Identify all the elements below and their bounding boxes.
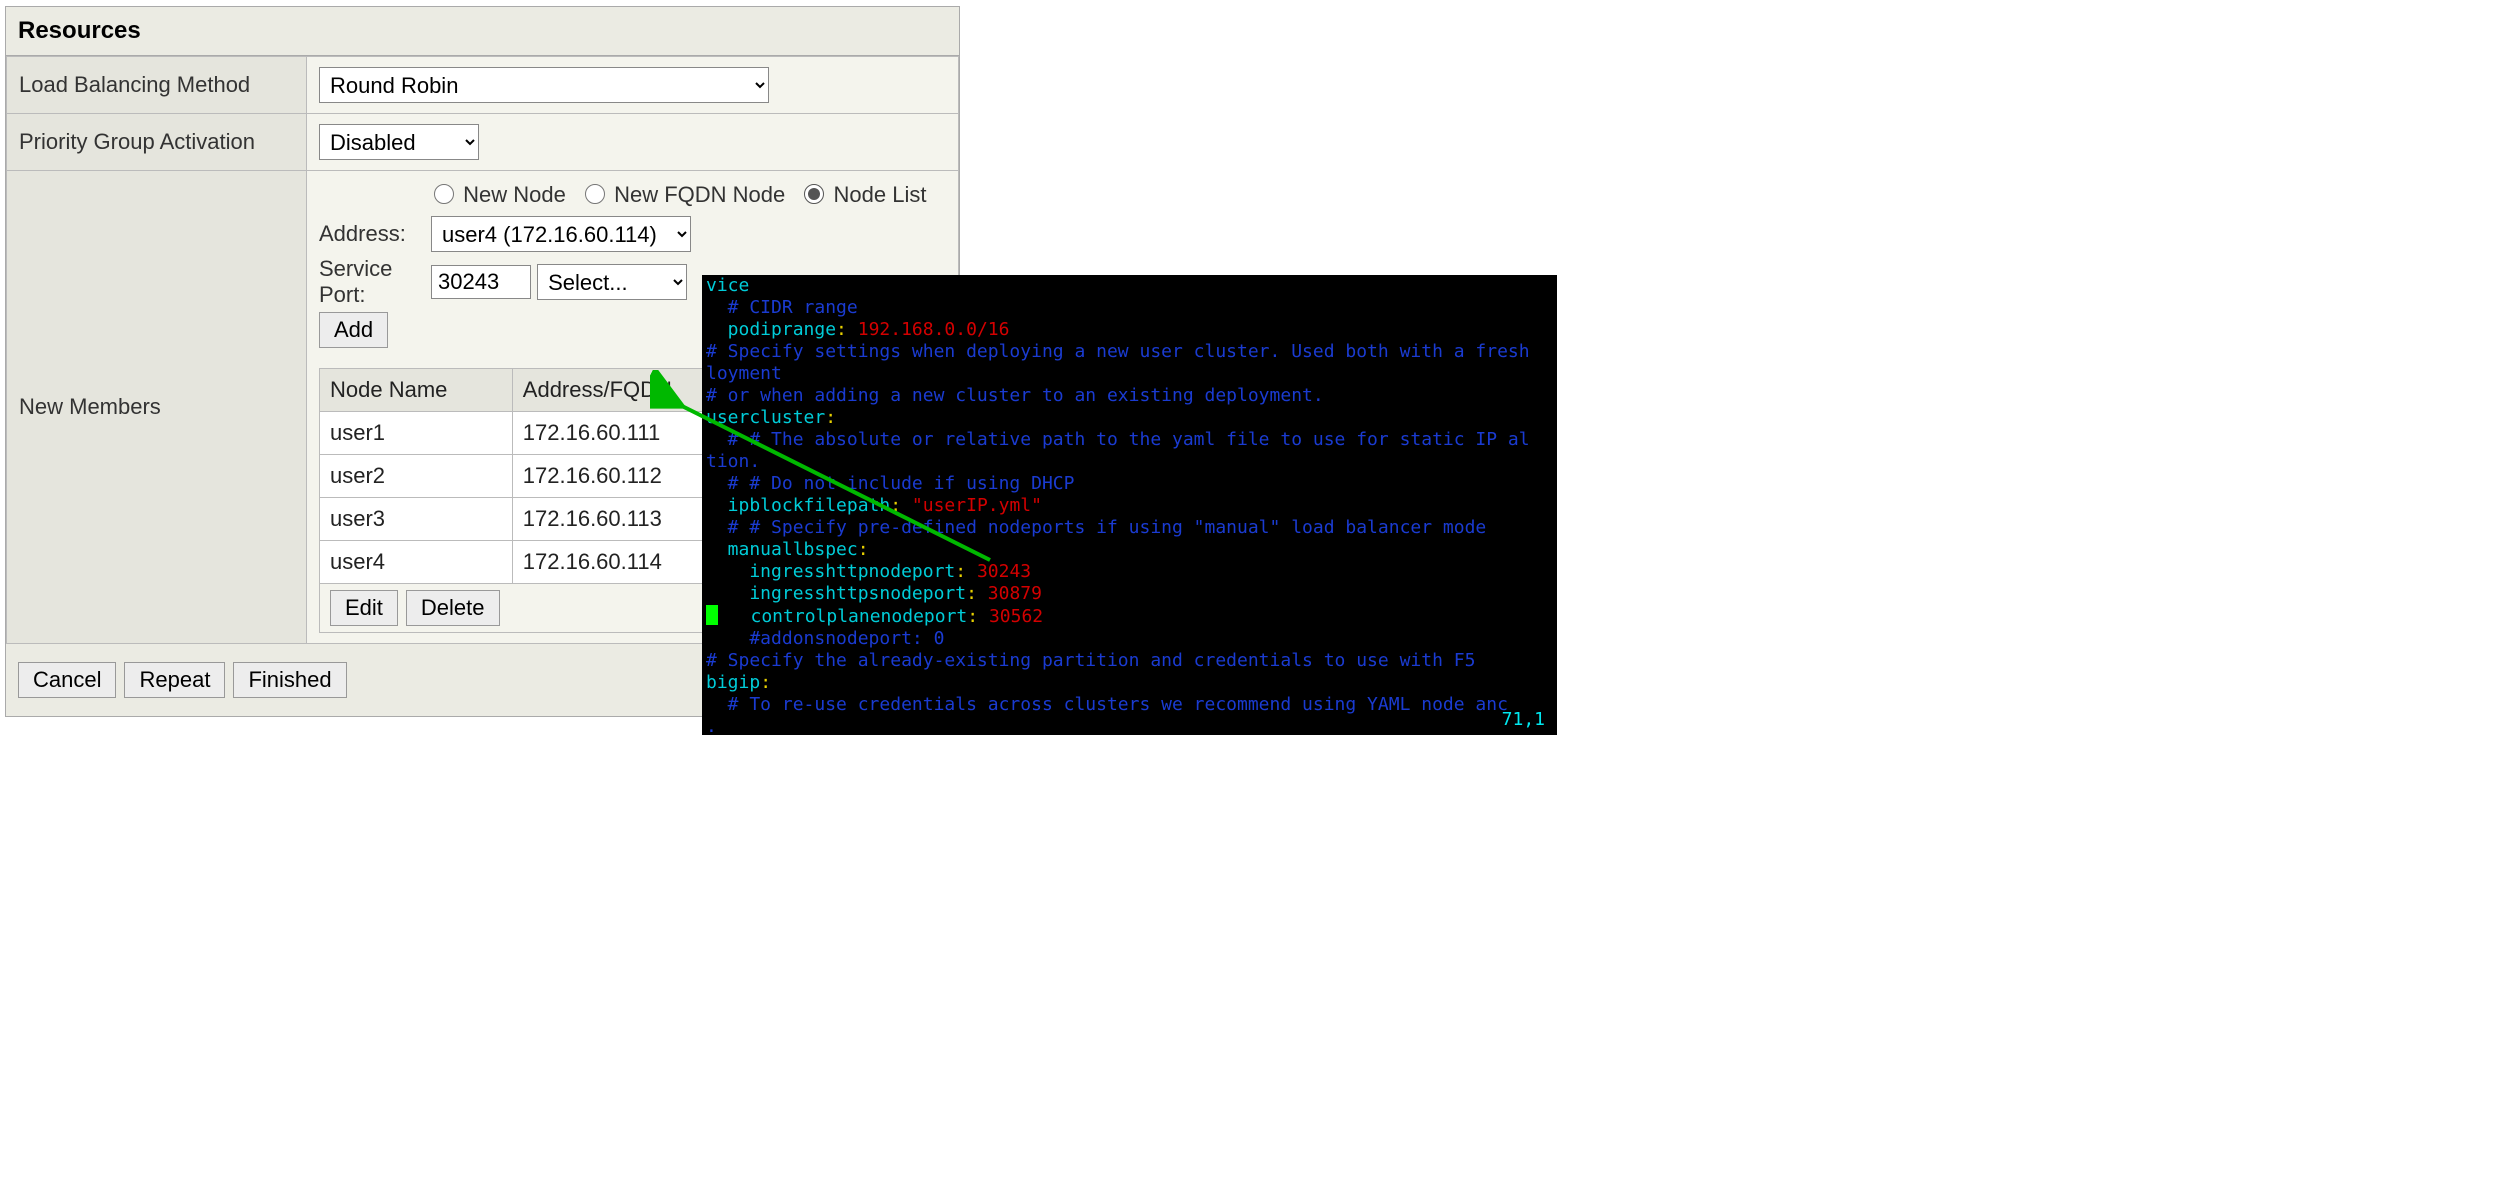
pga-label: Priority Group Activation [7,114,307,171]
lb-method-label: Load Balancing Method [7,57,307,114]
panel-title: Resources [6,7,959,56]
terminal[interactable]: vice # CIDR range podiprange: 192.168.0.… [702,275,1557,735]
radio-new-fqdn-input[interactable] [585,184,605,204]
add-button[interactable]: Add [319,312,388,348]
radio-node-list[interactable]: Node List [799,182,926,207]
node-mode-radios: New Node New FQDN Node Node List [319,181,946,208]
repeat-button[interactable]: Repeat [124,662,225,698]
service-port-input[interactable] [431,265,531,299]
radio-node-list-input[interactable] [804,184,824,204]
members-header-name: Node Name [320,369,513,412]
radio-new-node-input[interactable] [434,184,454,204]
cancel-button[interactable]: Cancel [18,662,116,698]
service-port-label: Service Port: [319,256,431,308]
address-label: Address: [319,221,431,247]
finished-button[interactable]: Finished [233,662,346,698]
new-members-label: New Members [7,171,307,644]
radio-new-fqdn[interactable]: New FQDN Node [580,182,791,207]
terminal-status: 71,1 [1502,709,1545,731]
lb-method-select[interactable]: Round Robin [319,67,769,103]
edit-button[interactable]: Edit [330,590,398,626]
address-select[interactable]: user4 (172.16.60.114) [431,216,691,252]
radio-new-node[interactable]: New Node [429,182,572,207]
service-port-select[interactable]: Select... [537,264,687,300]
delete-button[interactable]: Delete [406,590,500,626]
pga-select[interactable]: Disabled [319,124,479,160]
